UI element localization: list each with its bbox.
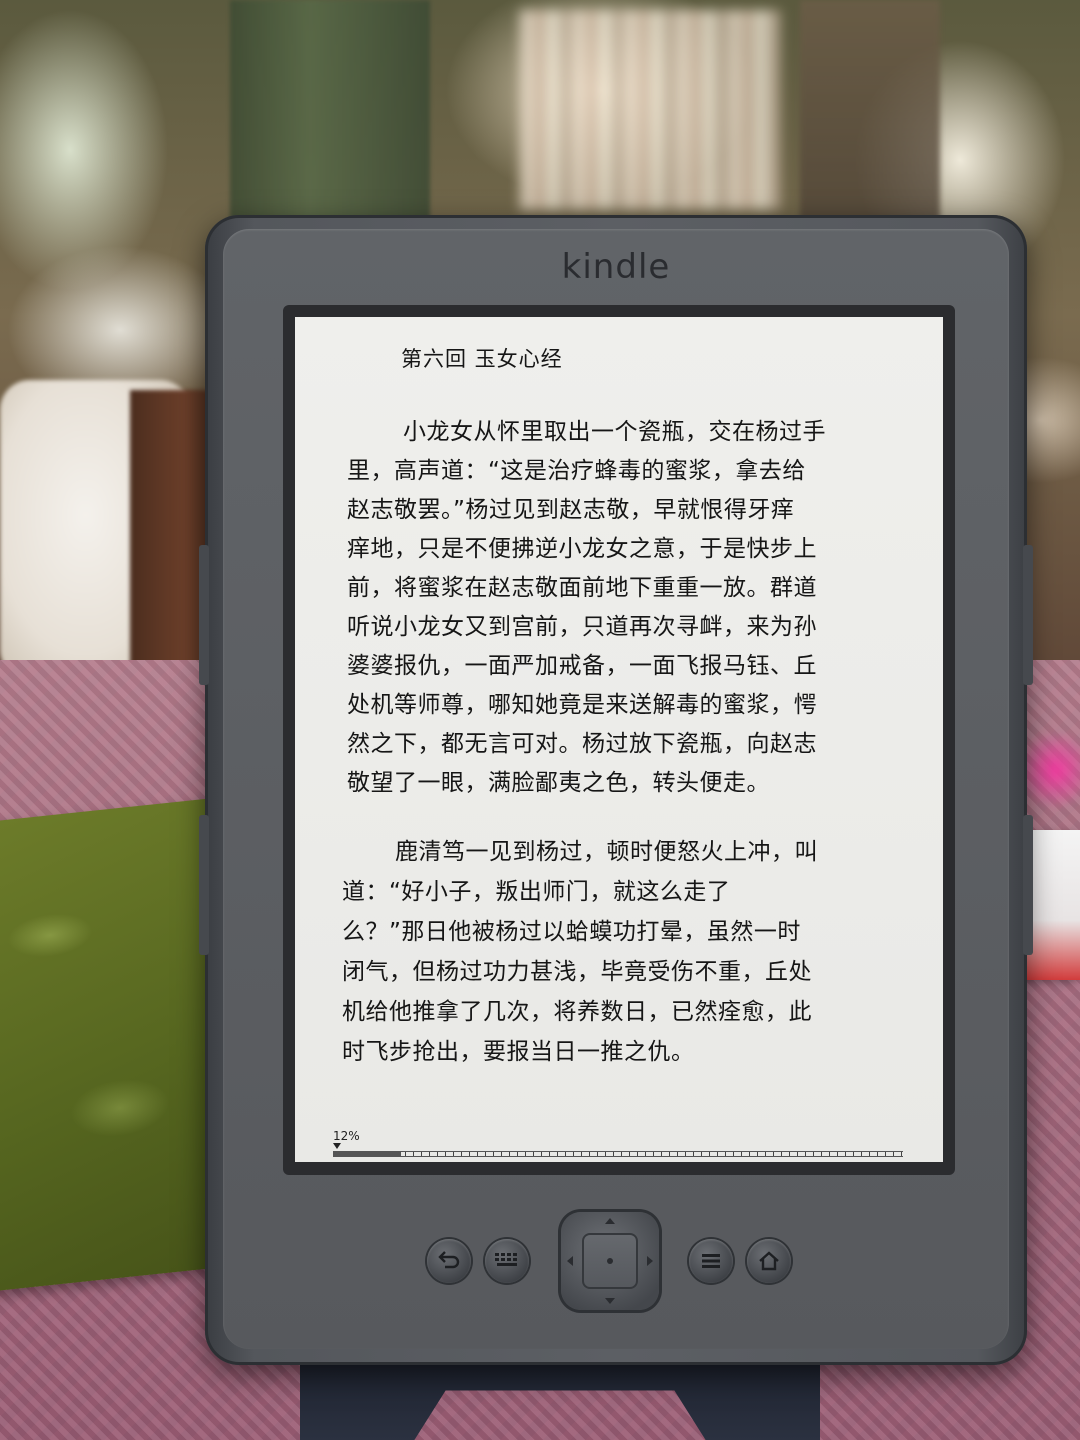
chevron-right-icon [647,1256,653,1266]
five-way-controller[interactable] [561,1212,659,1310]
text-line: 小龙女从怀里取出一个瓷瓶，交在杨过手 [403,419,826,445]
dpad-select-button[interactable] [582,1233,638,1289]
text-line: 听说小龙女又到宫前，只道再次寻衅，来为孙 [347,614,817,640]
text-line: 处机等师尊，哪知她竟是来送解毒的蜜浆，愕 [347,692,817,718]
progress-bar [333,1151,903,1157]
kindle-device: kindle 第六回 玉女心经 小龙女从怀里取出一个瓷瓶，交在杨过手 里，高声道… [199,215,1033,1365]
keyboard-button[interactable] [485,1239,529,1283]
text-line: 鹿清笃一见到杨过，顿时便怒火上冲，叫 [395,839,818,865]
background-books [520,10,780,210]
progress-percent: 12% [333,1129,360,1143]
back-arrow-icon [438,1251,460,1269]
menu-icon [702,1254,720,1268]
brand-logo: kindle [561,247,671,287]
progress-bar-fill [333,1152,402,1156]
page-forward-side-button[interactable] [199,815,209,955]
dot-icon [607,1258,613,1264]
text-line: 么？”那日他被杨过以蛤蟆功打晕，虽然一时 [342,919,801,945]
chapter-title: 第六回 玉女心经 [401,347,563,371]
chevron-up-icon [605,1218,615,1224]
text-line: 痒地，只是不便拂逆小龙女之意，于是快步上 [347,536,817,562]
text-line: 时飞步抢出，要报当日一推之仇。 [342,1039,695,1065]
text-line: 里，高声道：“这是治疗蜂毒的蜜浆，拿去给 [347,458,806,484]
text-line: 闭气，但杨过功力甚浅，毕竟受伤不重，丘处 [342,959,812,985]
keyboard-icon [495,1253,517,1266]
text-line: 婆婆报仇，一面严加戒备，一面飞报马钰、丘 [347,653,817,679]
text-line: 机给他推拿了几次，将养数日，已然痊愈，此 [342,999,812,1025]
chevron-left-icon [567,1256,573,1266]
back-button[interactable] [427,1239,471,1283]
home-icon [759,1251,779,1271]
green-book [0,796,230,1294]
background-shelf-right [800,0,940,230]
page-back-right-button[interactable] [1023,545,1033,685]
text-line: 然之下，都无言可对。杨过放下瓷瓶，向赵志 [347,731,817,757]
text-line: 赵志敬罢。”杨过见到赵志敬，早就恨得牙痒 [347,497,795,523]
page-back-side-button[interactable] [199,545,209,685]
progress-marker-icon [333,1143,341,1149]
home-button[interactable] [747,1239,791,1283]
menu-button[interactable] [689,1239,733,1283]
chevron-down-icon [605,1298,615,1304]
background-shelf [230,0,430,230]
text-line: 道：“好小子，叛出师门，就这么走了 [342,879,731,905]
page-forward-right-button[interactable] [1023,815,1033,955]
eink-screen[interactable]: 第六回 玉女心经 小龙女从怀里取出一个瓷瓶，交在杨过手 里，高声道：“这是治疗蜂… [295,317,943,1162]
text-line: 前，将蜜浆在赵志敬面前地下重重一放。群道 [347,575,817,601]
text-line: 敬望了一眼，满脸鄙夷之色，转头便走。 [347,770,770,796]
